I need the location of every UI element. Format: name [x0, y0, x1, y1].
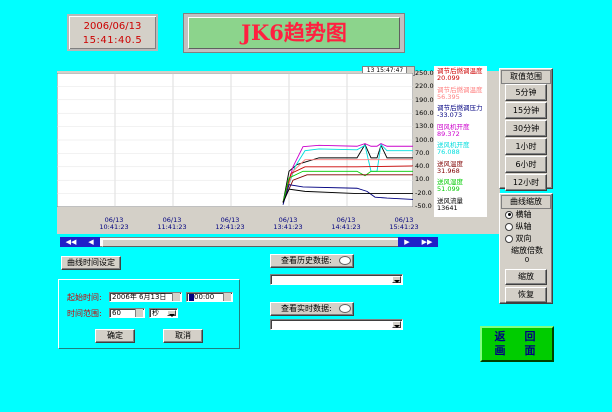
page-title: JK6趋势图: [241, 20, 347, 45]
scroll-prev-icon[interactable]: ◀: [82, 237, 100, 247]
y-tick-label: 190.0: [415, 95, 434, 104]
legend-series-value: 56.395: [437, 92, 460, 101]
start-date-field[interactable]: 2006年 6月13日: [109, 292, 182, 302]
legend-series-value: 13641: [437, 203, 458, 212]
legend-series-value: 76.088: [437, 148, 460, 156]
range-6hour-button[interactable]: 6小时: [505, 156, 547, 173]
curve-time-setting-button[interactable]: 曲线时间设定: [61, 256, 121, 270]
x-tick-label: 06/13 11:41:23: [157, 216, 187, 231]
chevron-down-icon[interactable]: [392, 321, 401, 328]
zoom-panel: 曲线缩放 横轴 纵轴 双向 缩放倍数 0 缩放 恢复: [499, 193, 553, 304]
trend-chart: [57, 73, 413, 207]
y-tick-label: 250.0: [415, 69, 434, 77]
legend-series-value: 20.099: [437, 74, 460, 82]
range-panel-title: 取值范围: [501, 70, 551, 84]
radio-icon[interactable]: [505, 222, 513, 231]
range-panel: 取值范围 5分钟 15分钟 30分钟 1小时 6小时 12小时: [499, 68, 553, 191]
radio-icon[interactable]: [505, 234, 513, 243]
range-15min-button[interactable]: 15分钟: [505, 102, 547, 119]
start-time-field[interactable]: 00:00: [186, 292, 233, 302]
clock-panel: 2006/06/13 15:41:40.5: [67, 14, 158, 51]
y-tick-label: 100.0: [415, 135, 434, 144]
legend-series-value: 51.099: [437, 185, 460, 193]
x-axis: 06/13 10:41:23 06/13 11:41:23 06/13 12:41:23 0…: [57, 216, 418, 235]
range-30min-button[interactable]: 30分钟: [505, 120, 547, 137]
chevron-down-icon[interactable]: [392, 276, 401, 283]
time-setting-panel: 起始时间: 2006年 6月13日 00:00 时间范围: 60 秒 确定 取消: [58, 279, 240, 349]
range-value-field[interactable]: 60: [109, 308, 145, 318]
y-tick-label: 220.0: [415, 82, 434, 91]
range-5min-button[interactable]: 5分钟: [505, 84, 547, 101]
history-select[interactable]: [270, 274, 403, 285]
return-line-2: 画 面: [494, 344, 540, 357]
zoom-factor-label: 缩放倍数: [511, 246, 543, 255]
chevron-down-icon[interactable]: [167, 310, 176, 317]
radio-selected-icon[interactable]: [505, 210, 513, 219]
scroll-thumb[interactable]: [102, 239, 400, 247]
chart-legend: 调节后燃调温度 20.099 调节后燃调温度 56.395 调节后燃调压力 -33.073…: [434, 66, 487, 217]
confirm-button[interactable]: 确定: [95, 329, 135, 343]
legend-series-value: 89.372: [437, 129, 460, 138]
y-tick-label: 130.0: [415, 122, 434, 131]
clock-date: 2006/06/13: [83, 21, 142, 32]
history-toggle-icon[interactable]: [339, 256, 351, 265]
y-tick-label: -50.0: [415, 202, 432, 210]
x-tick-label: 06/13 14:41:23: [331, 216, 361, 231]
spin-icon[interactable]: [135, 309, 143, 317]
legend-series-value: -33.073: [437, 111, 463, 119]
y-tick-label: 10.0: [415, 175, 430, 184]
cancel-button[interactable]: 取消: [163, 329, 203, 343]
y-tick-label: 40.0: [415, 162, 430, 171]
legend-series-value: 31.968: [437, 166, 460, 175]
y-tick-label: 70.0: [415, 148, 430, 157]
range-unit-select[interactable]: 秒: [149, 308, 178, 318]
x-tick-label: 06/13 10:41:23: [99, 216, 129, 231]
scroll-next-icon[interactable]: ▶: [398, 237, 416, 247]
restore-button[interactable]: 恢复: [505, 287, 547, 303]
range-label: 时间范围:: [67, 309, 102, 318]
x-tick-label: 06/13 15:41:23: [389, 216, 419, 231]
x-tick-label: 06/13 13:41:23: [273, 216, 303, 231]
zoom-factor-value: 0: [524, 256, 530, 264]
realtime-toggle-icon[interactable]: [339, 304, 351, 313]
realtime-select[interactable]: [270, 319, 403, 330]
clock-time: 15:41:40.5: [82, 35, 143, 46]
zoom-option-both[interactable]: 双向: [505, 233, 532, 244]
range-1hour-button[interactable]: 1小时: [505, 138, 547, 155]
y-tick-label: 160.0: [415, 108, 434, 117]
zoom-option-vertical[interactable]: 纵轴: [505, 221, 532, 232]
zoom-button[interactable]: 缩放: [505, 269, 547, 285]
spin-icon[interactable]: [223, 293, 231, 301]
scroll-last-icon[interactable]: ▶▶: [416, 237, 438, 247]
zoom-panel-title: 曲线缩放: [501, 195, 551, 209]
scroll-first-icon[interactable]: ◀◀: [60, 237, 82, 247]
return-line-1: 返 回: [494, 330, 540, 343]
title-panel: JK6趋势图: [183, 13, 405, 53]
return-button[interactable]: 返 回 画 面: [480, 326, 554, 362]
start-time-label: 起始时间:: [67, 293, 102, 302]
spin-icon[interactable]: [172, 293, 180, 301]
range-12hour-button[interactable]: 12小时: [505, 174, 547, 191]
zoom-option-horizontal[interactable]: 横轴: [505, 209, 532, 220]
x-tick-label: 06/13 12:41:23: [215, 216, 245, 231]
y-tick-label: -20.0: [415, 188, 432, 197]
